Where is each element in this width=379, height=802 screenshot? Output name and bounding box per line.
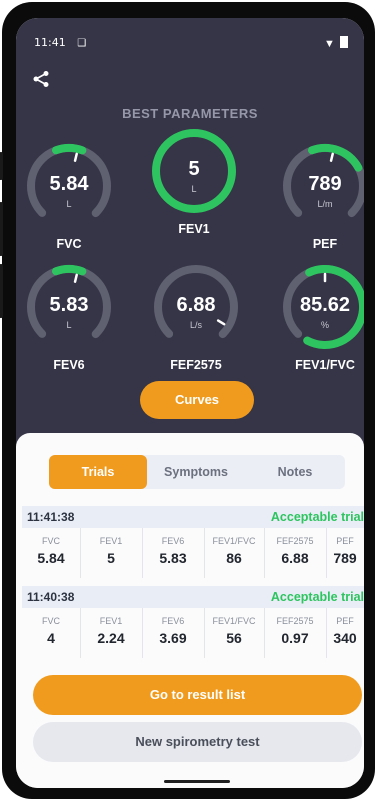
share-icon[interactable]: [32, 70, 50, 93]
gauge-label: PEF: [312, 237, 338, 251]
gauge-value: 5.83: [49, 294, 89, 316]
gauge-needle: [73, 152, 78, 162]
sim-card-icon: ❑: [77, 38, 87, 49]
trial-cell-label: FEV1: [99, 536, 123, 546]
trial-cell-label: FEV1/FVC: [212, 616, 256, 626]
gauge-needle: [73, 273, 78, 283]
trial-cell: FEF2575 0.97: [264, 608, 327, 658]
gauge-label: FEF2575: [170, 358, 222, 372]
app-screen: 11:41 ❑ ▼ BEST PARAMETERS 5.84 L FVC 5 L FEV1…: [16, 18, 364, 788]
trial-cell-label: FVC: [42, 536, 60, 546]
phone-side-button: [0, 202, 3, 256]
status-bar: 11:41 ❑: [34, 36, 86, 49]
trial-cell: FEF2575 6.88: [264, 528, 327, 578]
trial-cell: FEV1/FVC 56: [204, 608, 265, 658]
trial-cell-value: 5.84: [37, 550, 65, 566]
gauge-fev6: 5.83 L FEV6: [26, 264, 126, 374]
trial-cell-value: 56: [226, 630, 242, 646]
trial-cell-value: 2.24: [97, 630, 125, 646]
trial-cell: FVC 4: [22, 608, 81, 658]
gauge-pef: 789 L/m PEF: [282, 143, 364, 253]
trial-cell: FEV1 5: [80, 528, 143, 578]
trial-cell-label: FEV6: [161, 536, 185, 546]
gauge-unit: L: [66, 199, 72, 209]
trial-cell-value: 6.88: [281, 550, 309, 566]
trial-cell: FEV6 5.83: [142, 528, 205, 578]
tab-bar: Trials Symptoms Notes: [49, 455, 345, 489]
trial-cell-label: FEF2575: [276, 536, 314, 546]
trial-cell: FVC 5.84: [22, 528, 81, 578]
gauge-value: 6.88: [176, 294, 216, 316]
trial-cell-value: 86: [226, 550, 242, 566]
trial-cell-label: FEV1: [99, 616, 123, 626]
trial-status: Acceptable trial: [270, 590, 364, 604]
trial-cell-label: FEF2575: [276, 616, 314, 626]
status-icons: ▼: [324, 36, 348, 50]
trial-cell: FEV6 3.69: [142, 608, 205, 658]
gauge-unit: L/m: [317, 199, 333, 209]
trial-cell-label: FEV1/FVC: [212, 536, 256, 546]
gauge-value: 5.84: [49, 173, 89, 195]
trial-cell: FEV1 2.24: [80, 608, 143, 658]
trial-cell-value: 5.83: [159, 550, 187, 566]
trial-time: 11:40:38: [27, 590, 75, 604]
gauge-unit: L: [191, 184, 197, 194]
wifi-icon: ▼: [324, 38, 335, 50]
gauge-label: FEV1/FVC: [295, 358, 355, 372]
gauge-fev1: 5 L FEV1: [151, 128, 251, 238]
gauge-value: 5: [188, 158, 200, 180]
trial-header: 11:41:38 Acceptable trial: [22, 506, 364, 528]
gauge-unit: %: [320, 320, 329, 330]
trial-status: Acceptable trial: [270, 510, 364, 524]
new-spirometry-test-button[interactable]: New spirometry test: [33, 722, 362, 762]
battery-icon: [340, 36, 348, 48]
trial-cell: FEV1/FVC 86: [204, 528, 265, 578]
trial-cell-value: 340: [333, 630, 357, 646]
trial-cell-label: FVC: [42, 616, 60, 626]
trial-cell-value: 4: [47, 630, 55, 646]
trial-values-row: FVC 5.84 FEV1 5 FEV6 5.83 FEV1/FVC 86 FEF2575 6.8…: [22, 528, 364, 578]
tab-notes[interactable]: Notes: [245, 455, 345, 489]
tab-symptoms[interactable]: Symptoms: [147, 455, 245, 489]
trial-cell-label: PEF: [336, 616, 354, 626]
gauge-value: 85.62: [299, 294, 351, 316]
trial-header: 11:40:38 Acceptable trial: [22, 586, 364, 608]
gauge-fef2575: 6.88 L/s FEF2575: [153, 264, 253, 374]
gauge-value: 789: [308, 173, 342, 195]
trial-cell-value: 0.97: [281, 630, 309, 646]
trial-cell-label: PEF: [336, 536, 354, 546]
status-time: 11:41: [34, 36, 66, 49]
tab-trials[interactable]: Trials: [49, 455, 147, 489]
trial-cell-value: 789: [333, 550, 357, 566]
section-title: BEST PARAMETERS: [122, 106, 258, 121]
phone-side-button: [0, 152, 3, 180]
gauge-label: FEV6: [53, 358, 85, 372]
trial-cell: PEF 789: [326, 528, 364, 578]
gauge-fvc: 5.84 L FVC: [26, 143, 126, 253]
gauge-unit: L: [66, 320, 72, 330]
gauge-label: FEV1: [178, 222, 210, 236]
trial-time: 11:41:38: [27, 510, 75, 524]
phone-frame: 11:41 ❑ ▼ BEST PARAMETERS 5.84 L FVC 5 L FEV1…: [0, 2, 375, 799]
curves-button[interactable]: Curves: [140, 381, 254, 419]
trial-cell-label: FEV6: [161, 616, 185, 626]
phone-side-button: [0, 264, 3, 318]
trial-cell-value: 5: [107, 550, 115, 566]
go-to-result-list-button[interactable]: Go to result list: [33, 675, 362, 715]
gauge-fev1-fvc: 85.62% FEV1/FVC: [282, 264, 364, 374]
home-indicator: [164, 780, 230, 783]
trial-cell: PEF 340: [326, 608, 364, 658]
gauge-unit: L/s: [189, 320, 202, 330]
gauge-needle: [329, 152, 334, 162]
trial-values-row: FVC 4 FEV1 2.24 FEV6 3.69 FEV1/FVC 56 FEF2575 0.9…: [22, 608, 364, 658]
gauge-label: FVC: [56, 237, 82, 251]
trial-cell-value: 3.69: [159, 630, 187, 646]
